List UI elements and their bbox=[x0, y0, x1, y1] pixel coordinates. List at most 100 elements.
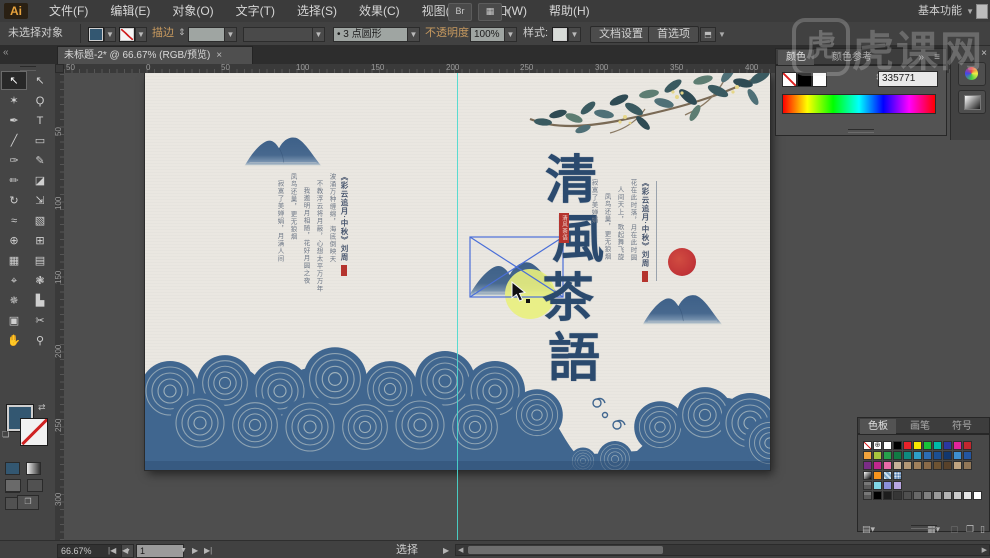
artboard-number-field[interactable]: 1 bbox=[136, 544, 184, 558]
scroll-left-icon[interactable]: ◀ bbox=[458, 546, 463, 555]
menu-edit[interactable]: 编辑(E) bbox=[99, 0, 161, 22]
scroll-right-icon[interactable]: ▶ bbox=[982, 546, 987, 555]
width-profile-caret-icon[interactable]: ▼ bbox=[312, 27, 325, 42]
selection-tool[interactable]: ↖ bbox=[1, 71, 27, 90]
swatch[interactable] bbox=[913, 441, 922, 450]
default-fill-stroke-icon[interactable]: ❏ bbox=[2, 430, 9, 439]
zoom-tool[interactable]: ⚲ bbox=[27, 332, 53, 351]
column-graph-tool[interactable]: ▙ bbox=[27, 292, 53, 311]
stroke-panel-link[interactable]: 描边 bbox=[152, 22, 174, 45]
lasso-tool[interactable]: Ϙ bbox=[27, 92, 53, 111]
arrange-caret-icon[interactable]: ▼ bbox=[504, 7, 512, 16]
opacity-panel-link[interactable]: 不透明度 bbox=[425, 22, 469, 45]
hex-value-field[interactable]: 335771 bbox=[878, 71, 938, 87]
swatch[interactable] bbox=[863, 481, 872, 490]
draw-behind-button[interactable] bbox=[27, 479, 43, 492]
swatch[interactable] bbox=[863, 491, 872, 500]
rectangle-tool[interactable]: ▭ bbox=[27, 132, 53, 151]
eraser-tool[interactable]: ◪ bbox=[27, 172, 53, 191]
swatch[interactable] bbox=[883, 451, 892, 460]
mesh-tool[interactable]: ▦ bbox=[1, 252, 27, 271]
swatch-libraries-icon[interactable]: ▤▾ bbox=[862, 524, 875, 535]
guide-line[interactable] bbox=[457, 73, 458, 540]
horizontal-scrollbar[interactable]: ◀ ▶ bbox=[455, 544, 990, 556]
style-swatch[interactable] bbox=[552, 27, 568, 42]
paintbrush-tool[interactable]: ✑ bbox=[1, 152, 27, 171]
stroke-stepper-icon[interactable]: ⇕ bbox=[178, 27, 186, 38]
slice-tool[interactable]: ✂ bbox=[27, 312, 53, 331]
ruler-origin-box[interactable] bbox=[55, 64, 64, 73]
swatch[interactable] bbox=[953, 451, 962, 460]
color-panel-icon[interactable] bbox=[958, 62, 986, 86]
swatch[interactable] bbox=[953, 461, 962, 470]
swatch[interactable] bbox=[873, 481, 882, 490]
swatch[interactable] bbox=[873, 491, 882, 500]
canvas-area[interactable]: 清風茶語 清风茶语 《彩云追月·中秋》刘周波涌万种缠绵，海底倒映天不教浮云将月蔽… bbox=[64, 73, 990, 540]
stroke-proxy-swatch[interactable] bbox=[20, 418, 48, 446]
prev-artboard-icon[interactable]: ◀ bbox=[122, 545, 128, 556]
tab-swatches[interactable]: 色板 bbox=[860, 419, 896, 435]
swatch[interactable] bbox=[893, 481, 902, 490]
workspace-caret-icon[interactable]: ▼ bbox=[966, 7, 974, 16]
bar-options-icon[interactable]: ⬒ bbox=[700, 27, 716, 42]
swatch[interactable] bbox=[903, 441, 912, 450]
swatch-options-icon[interactable]: ▢ bbox=[950, 524, 959, 535]
stroke-weight-caret-icon[interactable]: ▼ bbox=[224, 27, 237, 42]
width-tool[interactable]: ≈ bbox=[1, 212, 27, 231]
white-swatch[interactable] bbox=[812, 72, 827, 87]
first-artboard-icon[interactable]: |◀ bbox=[108, 545, 116, 556]
screen-mode-button[interactable]: ❐ bbox=[17, 495, 39, 510]
swatch[interactable] bbox=[913, 461, 922, 470]
bar-options-caret-icon[interactable]: ▼ bbox=[718, 30, 726, 39]
menu-effect[interactable]: 效果(C) bbox=[348, 0, 411, 22]
menu-select[interactable]: 选择(S) bbox=[286, 0, 348, 22]
swatch[interactable] bbox=[903, 461, 912, 470]
color-spectrum-bar[interactable] bbox=[782, 94, 936, 114]
perspective-grid-tool[interactable]: ⊞ bbox=[27, 232, 53, 251]
swatch[interactable] bbox=[963, 441, 972, 450]
gradient-panel-icon[interactable] bbox=[958, 90, 986, 114]
tools-collapse-icon[interactable]: « bbox=[3, 47, 9, 58]
menu-type[interactable]: 文字(T) bbox=[225, 0, 286, 22]
swatch[interactable] bbox=[883, 471, 892, 480]
panel-menu-icon[interactable]: ≡ bbox=[934, 50, 940, 66]
brush-preset-dropdown[interactable]: • 3 点圆形 bbox=[333, 27, 413, 42]
swatch[interactable] bbox=[893, 491, 902, 500]
swatch[interactable] bbox=[873, 451, 882, 460]
swatch[interactable] bbox=[923, 451, 932, 460]
new-color-group-icon[interactable]: ❐ bbox=[966, 524, 974, 535]
new-swatch-icon[interactable]: ▯ bbox=[980, 524, 985, 535]
panel-resize-handle[interactable] bbox=[848, 129, 874, 133]
tab-color-guide[interactable]: 颜色参考 bbox=[824, 50, 880, 66]
scrollbar-thumb[interactable] bbox=[468, 546, 663, 554]
menu-help[interactable]: 帮助(H) bbox=[538, 0, 601, 22]
preferences-button[interactable]: 首选项 bbox=[648, 26, 699, 43]
dock-close-icon[interactable]: × bbox=[981, 48, 987, 59]
document-setup-button[interactable]: 文档设置 bbox=[590, 26, 652, 43]
swatch[interactable] bbox=[923, 491, 932, 500]
fill-color-swatch[interactable] bbox=[88, 27, 104, 42]
swatch[interactable] bbox=[943, 461, 952, 470]
swatch[interactable] bbox=[863, 451, 872, 460]
bridge-icon[interactable]: Br bbox=[448, 3, 472, 21]
swatch[interactable] bbox=[893, 441, 902, 450]
stroke-color-swatch[interactable] bbox=[119, 27, 135, 42]
swatch[interactable] bbox=[933, 461, 942, 470]
line-segment-tool[interactable]: ╱ bbox=[1, 132, 27, 151]
swatch[interactable] bbox=[883, 481, 892, 490]
swatch[interactable] bbox=[973, 491, 982, 500]
opacity-caret-icon[interactable]: ▼ bbox=[504, 27, 517, 42]
swatch[interactable] bbox=[863, 441, 872, 450]
swatch[interactable] bbox=[923, 461, 932, 470]
swatch[interactable] bbox=[893, 451, 902, 460]
artboard-tool[interactable]: ▣ bbox=[1, 312, 27, 331]
stroke-caret-icon[interactable]: ▼ bbox=[135, 27, 147, 42]
blend-tool[interactable]: ❃ bbox=[27, 272, 53, 291]
swatch[interactable] bbox=[953, 491, 962, 500]
swatch[interactable] bbox=[873, 471, 882, 480]
swatch[interactable] bbox=[893, 471, 902, 480]
swatch[interactable] bbox=[963, 461, 972, 470]
draw-normal-button[interactable] bbox=[5, 479, 21, 492]
swatch[interactable] bbox=[943, 491, 952, 500]
swatch[interactable] bbox=[883, 491, 892, 500]
